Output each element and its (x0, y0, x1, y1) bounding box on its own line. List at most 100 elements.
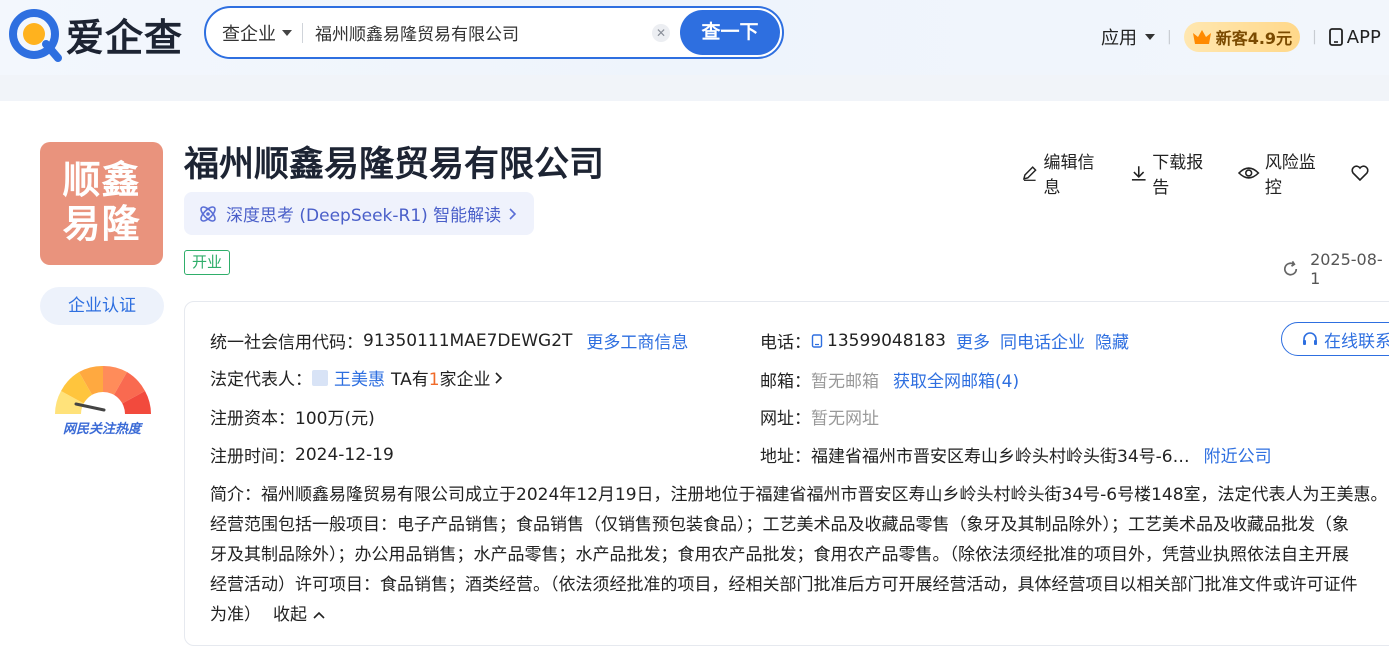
ta-count: 1 (428, 370, 440, 390)
reg-date-label: 注册时间： (210, 447, 295, 467)
action-bar: 编辑信息 下载报告 风险监控 (1021, 148, 1389, 198)
chevron-right-icon (494, 371, 502, 384)
hide-phone-link[interactable]: 隐藏 (1095, 328, 1129, 353)
intro-last-line: 为准） 收起 (210, 600, 1389, 630)
download-report-label: 下载报告 (1152, 153, 1204, 198)
app-download-link[interactable]: APP (1328, 26, 1381, 48)
ai-label: 深度思考 (DeepSeek-R1) 智能解读 (226, 206, 502, 226)
ta-companies-link[interactable]: TA有1家企业 (391, 365, 491, 390)
collapse-label: 收起 (273, 605, 307, 625)
address-value: 福建省福州市晋安区寿山乡岭头村岭头街34号-6… (811, 447, 1190, 467)
risk-monitor-button[interactable]: 风险监控 (1238, 148, 1331, 198)
ta-suffix: 家企业 (439, 370, 491, 390)
search-button[interactable]: 查一下 (680, 10, 780, 55)
caret-down-icon (1145, 34, 1155, 40)
capital-value: 100万(元) (295, 409, 375, 429)
get-email-link[interactable]: 获取全网邮箱(4) (893, 367, 1019, 392)
contact-label: 在线联系 (1324, 331, 1389, 352)
company-name: 福州顺鑫易隆贸易有限公司 (184, 145, 605, 185)
atom-icon (200, 205, 216, 222)
company-logo-line1: 顺鑫 (62, 158, 141, 202)
online-contact-button[interactable]: 在线联系 (1281, 322, 1389, 356)
website-value: 暂无网址 (811, 409, 879, 429)
phone-more-link[interactable]: 更多 (956, 328, 990, 353)
email-row: 邮箱： 暂无邮箱 获取全网邮箱(4) (760, 367, 1019, 392)
heat-label: 网民关注热度 (62, 422, 141, 437)
apps-label: 应用 (1101, 28, 1137, 49)
intro-line: 经营范围包括一般项目：电子产品销售；食品销售（仅销售预包装食品）；工艺美术品及收… (210, 515, 1349, 535)
update-date: 2025-08-1 (1310, 250, 1383, 288)
vip-promo-button[interactable]: 新客4.9元 (1183, 22, 1301, 52)
page-background-strip (0, 75, 1389, 101)
reg-date-row: 注册时间： 2024-12-19 (210, 442, 394, 468)
ta-prefix: TA有 (391, 370, 429, 390)
phone-icon (1328, 28, 1343, 46)
capital-label: 注册资本： (210, 409, 295, 429)
vip-label: 新客4.9元 (1215, 29, 1293, 48)
website-label: 网址： (760, 409, 811, 429)
company-logo-line2: 易隆 (62, 202, 141, 246)
address-row: 地址： 福建省福州市晋安区寿山乡岭头村岭头街34号-6… 附近公司 (760, 442, 1272, 467)
person-icon (312, 369, 328, 386)
search-type-select[interactable]: 查企业 (222, 20, 292, 46)
update-info: 2025-08-1 (1281, 250, 1389, 288)
download-icon (1131, 166, 1146, 181)
credit-code-label: 统一社会信用代码： (210, 333, 363, 353)
intro-line: 简介：福州顺鑫易隆贸易有限公司成立于2024年12月19日，注册地位于福建省福州… (210, 485, 1388, 505)
website-row: 网址： 暂无网址 (760, 404, 879, 429)
logo-text: 爱企查 (66, 16, 184, 60)
company-logo: 顺鑫 易隆 (40, 142, 163, 265)
eye-icon (1238, 167, 1260, 179)
intro-line: 牙及其制品除外）；办公用品销售；水产品零售；水产品批发；食用农产品批发；食用农产… (210, 545, 1349, 565)
legal-rep-label: 法定代表人： (210, 370, 312, 390)
risk-monitor-label: 风险监控 (1264, 153, 1316, 198)
intro-line: 为准） (210, 605, 261, 625)
address-label: 地址： (760, 447, 811, 467)
heart-icon (1351, 165, 1369, 182)
company-intro: 简介：福州顺鑫易隆贸易有限公司成立于2024年12月19日，注册地位于福建省福州… (210, 480, 1389, 630)
more-business-link[interactable]: 更多工商信息 (586, 328, 688, 353)
header-right: 应用 | 新客4.9元 | APP (1101, 22, 1381, 52)
edit-info-button[interactable]: 编辑信息 (1021, 148, 1110, 198)
headset-icon (1303, 332, 1317, 345)
refresh-icon[interactable] (1281, 259, 1300, 279)
pencil-icon (1022, 166, 1037, 181)
legal-rep-link[interactable]: 王美惠 (334, 365, 385, 390)
enterprise-cert-button[interactable]: 企业认证 (40, 287, 164, 325)
header-separator: | (1312, 29, 1317, 45)
clear-icon[interactable]: ✕ (652, 24, 670, 42)
download-report-button[interactable]: 下载报告 (1130, 148, 1219, 198)
credit-code-value: 91350111MAE7DEWG2T (363, 330, 573, 351)
ai-analysis-button[interactable]: 深度思考 (DeepSeek-R1) 智能解读 (184, 192, 534, 235)
crown-icon (1192, 30, 1211, 44)
phone-row: 电话： 13599048183 更多 同电话企业 隐藏 (760, 328, 1129, 354)
email-label: 邮箱： (760, 372, 811, 392)
mobile-icon (811, 333, 823, 348)
search-bar: 查企业 ✕ 查一下 (204, 6, 784, 59)
top-header: 爱企查 查企业 ✕ 查一下 应用 | 新客4.9元 | APP (0, 0, 1389, 75)
site-logo[interactable]: 爱企查 (8, 7, 183, 62)
phone-value: 13599048183 (827, 330, 946, 351)
search-type-label: 查企业 (222, 23, 276, 45)
caret-down-icon (282, 29, 292, 36)
same-phone-link[interactable]: 同电话企业 (1000, 328, 1085, 353)
credit-code-row: 统一社会信用代码： 91350111MAE7DEWG2T 更多工商信息 (210, 328, 688, 354)
intro-line: 经营活动）许可项目：食品销售；酒类经营。（依法须经批准的项目，经相关部门批准后方… (210, 575, 1358, 595)
logo-q-icon (8, 8, 62, 62)
status-badge: 开业 (184, 250, 231, 275)
chevron-right-icon (509, 207, 517, 220)
app-label: APP (1346, 26, 1381, 48)
apps-menu[interactable]: 应用 (1101, 24, 1155, 50)
legal-rep-row: 法定代表人： 王美惠 TA有1家企业 (210, 365, 503, 390)
chevron-up-icon (313, 611, 325, 619)
reg-date-value: 2024-12-19 (295, 444, 394, 465)
edit-info-label: 编辑信息 (1043, 153, 1095, 198)
phone-label: 电话： (760, 333, 811, 353)
nearby-companies-link[interactable]: 附近公司 (1204, 442, 1272, 467)
email-value: 暂无邮箱 (811, 372, 879, 392)
capital-row: 注册资本： 100万(元) (210, 404, 375, 429)
search-input[interactable] (315, 22, 635, 43)
search-divider (302, 22, 303, 43)
follow-button[interactable] (1351, 164, 1369, 182)
collapse-button[interactable]: 收起 (273, 600, 325, 630)
